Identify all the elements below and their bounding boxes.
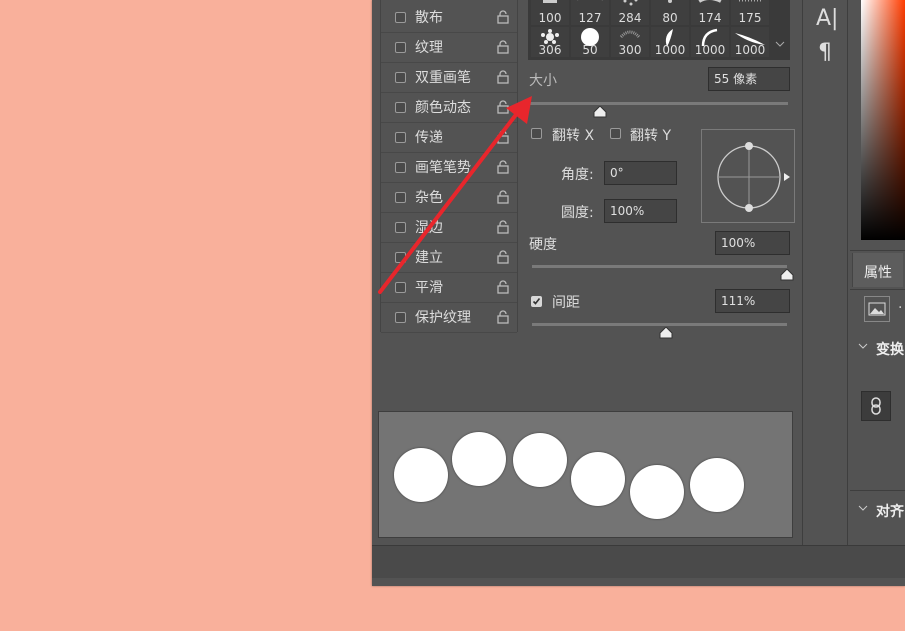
annotation-arrow	[378, 96, 532, 294]
